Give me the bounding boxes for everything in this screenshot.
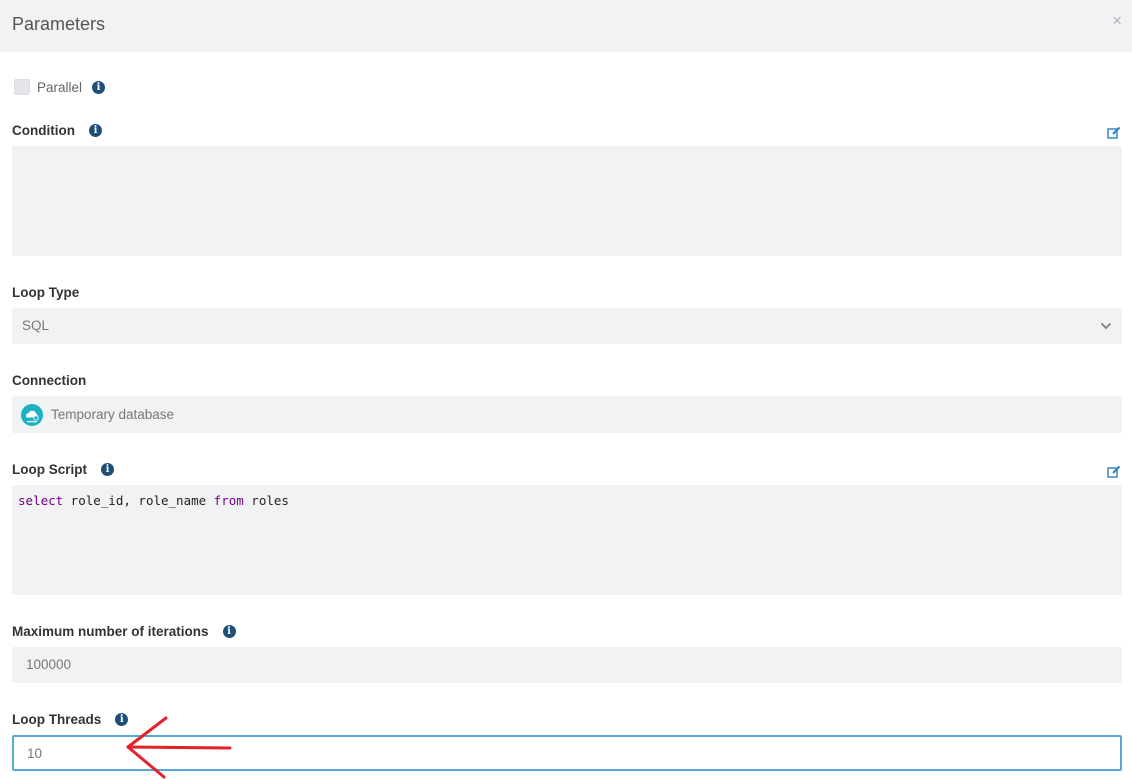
loop-script-label-row: Loop Script i — [12, 462, 114, 477]
info-icon[interactable]: i — [88, 124, 102, 137]
connection-label: Connection — [12, 373, 87, 388]
max-iterations-value: 100000 — [26, 657, 72, 672]
parallel-label: Parallel — [37, 79, 83, 95]
sql-text: role_id, role_name — [63, 493, 214, 508]
max-iterations-input[interactable]: 100000 — [12, 647, 1122, 683]
loop-script-code: select role_id, role_name from roles — [18, 493, 289, 508]
loop-threads-input[interactable] — [12, 735, 1122, 771]
parallel-row: Parallel i — [14, 79, 106, 95]
info-icon[interactable]: i — [115, 713, 129, 726]
info-icon[interactable]: i — [222, 625, 236, 638]
loop-type-select[interactable]: SQL — [12, 308, 1122, 344]
max-iterations-label: Maximum number of iterations — [12, 624, 209, 639]
connection-field[interactable]: Temporary database — [12, 396, 1122, 433]
loop-script-editor[interactable]: select role_id, role_name from roles — [12, 485, 1122, 595]
info-icon[interactable]: i — [101, 463, 114, 476]
condition-label: Condition — [12, 123, 75, 138]
condition-label-row: Condition i — [12, 123, 102, 138]
loop-threads-label-row: Loop Threads i — [12, 712, 129, 727]
loop-threads-label: Loop Threads — [12, 712, 102, 727]
edit-icon[interactable] — [1107, 465, 1121, 479]
loop-type-label: Loop Type — [12, 285, 80, 300]
sql-keyword: select — [18, 493, 64, 508]
max-iterations-label-row: Maximum number of iterations i — [12, 624, 236, 639]
close-button[interactable]: × — [1112, 12, 1122, 29]
dialog-title: Parameters — [12, 14, 106, 34]
info-icon[interactable]: i — [92, 80, 106, 94]
loop-script-label: Loop Script — [12, 462, 87, 477]
sql-keyword: from — [213, 493, 244, 508]
chevron-down-icon — [1100, 322, 1112, 330]
parallel-checkbox[interactable] — [14, 79, 30, 95]
connection-value: Temporary database — [51, 407, 175, 422]
condition-editor[interactable] — [12, 146, 1122, 256]
sql-text: roles — [243, 493, 289, 508]
cloud-database-icon — [21, 404, 43, 426]
dialog-header: Parameters × — [0, 0, 1132, 52]
edit-icon[interactable] — [1107, 126, 1121, 140]
loop-type-selected-value: SQL — [22, 318, 50, 333]
